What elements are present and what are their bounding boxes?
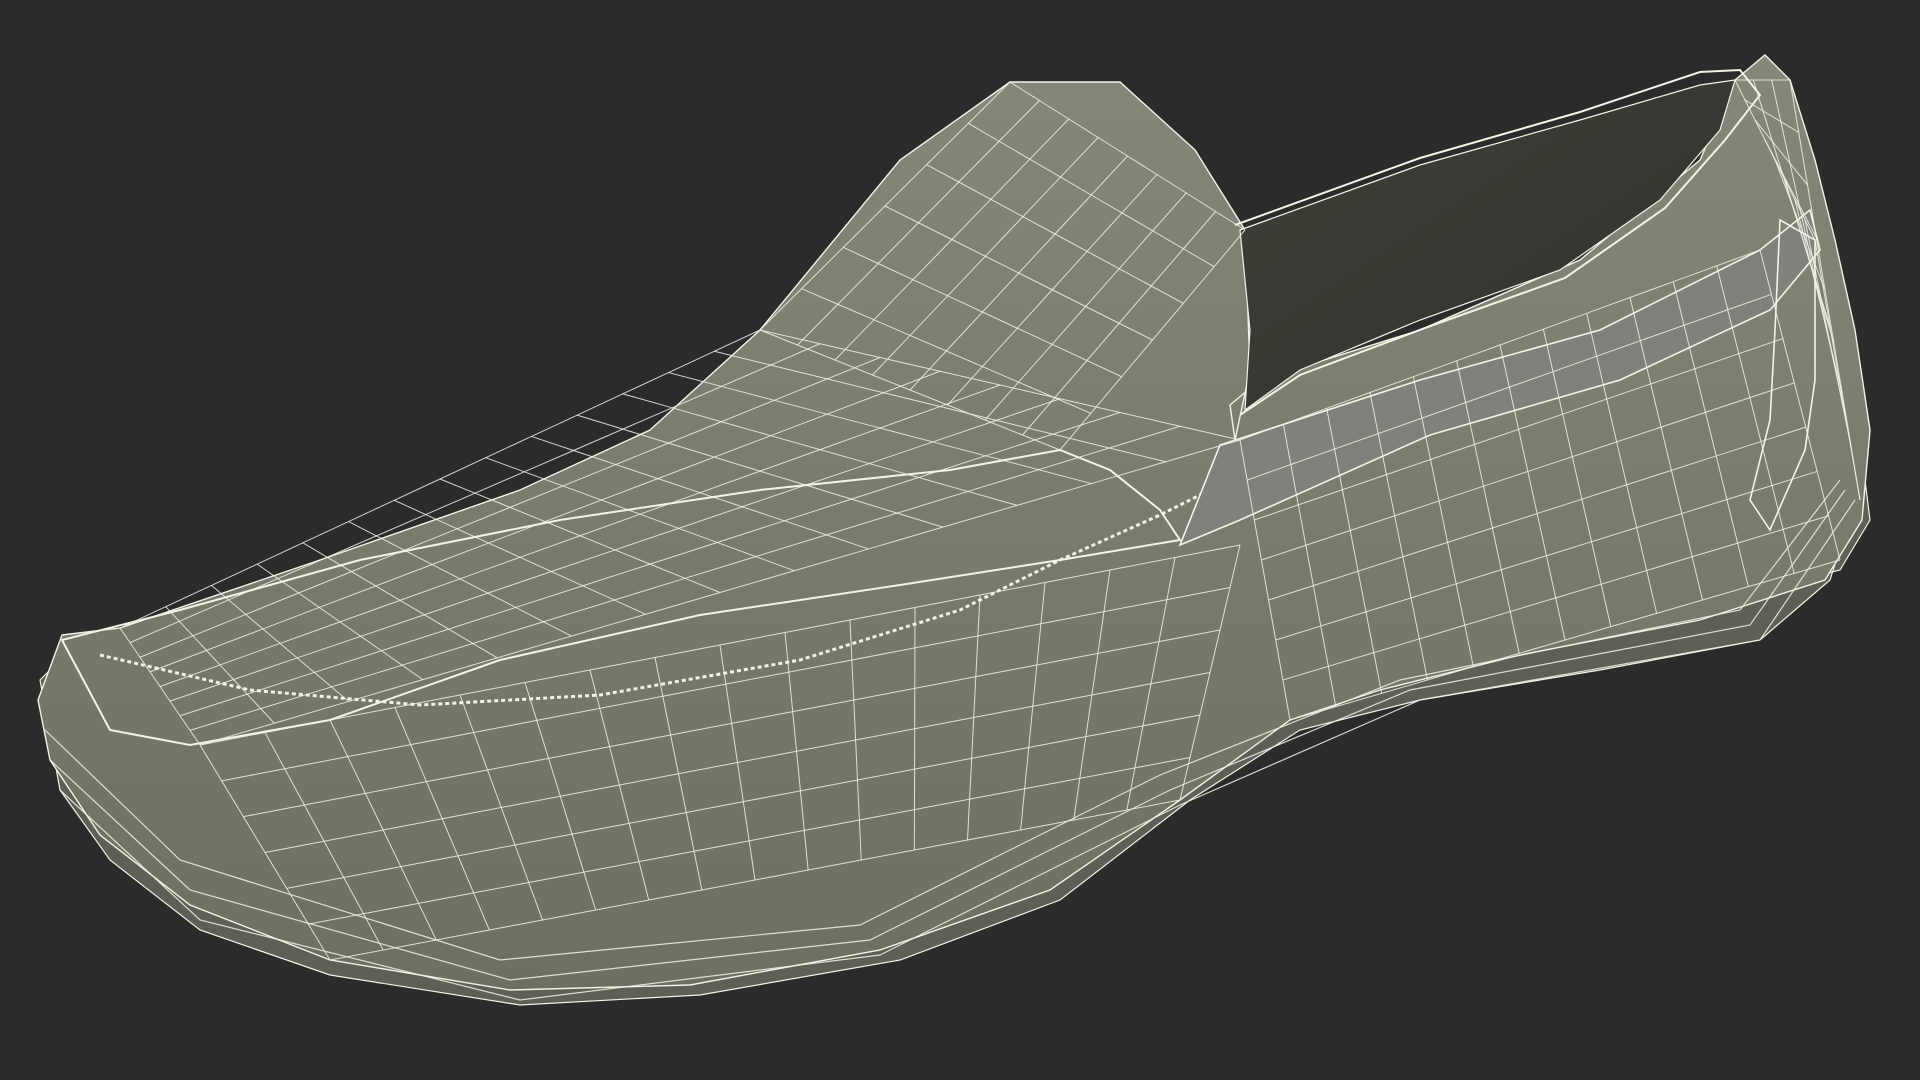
render-viewport — [0, 0, 1920, 1080]
shoe-wireframe-render — [37, 54, 1871, 1006]
